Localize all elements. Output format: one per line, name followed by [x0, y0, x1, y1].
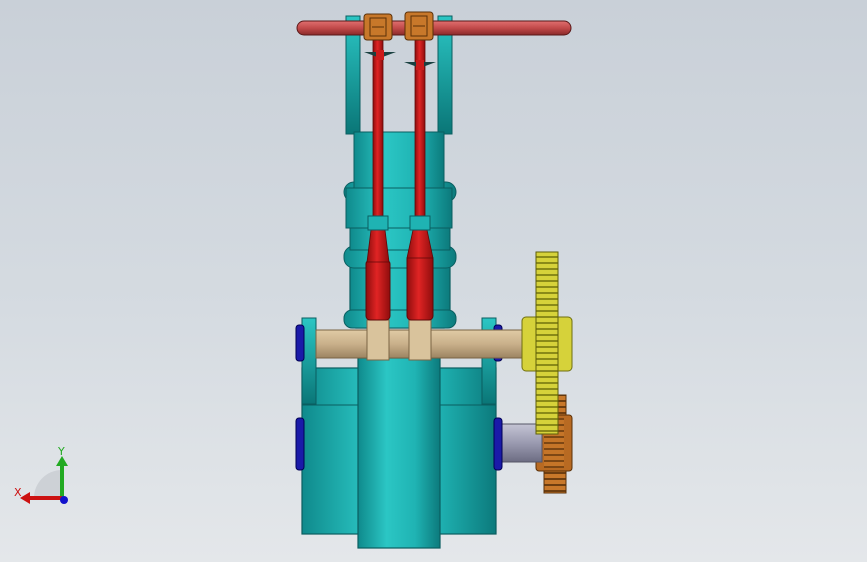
bearing-left-lower [295, 417, 305, 471]
x-axis-label: X [14, 486, 22, 499]
bearing-left-upper [295, 324, 305, 362]
cad-viewport[interactable] [0, 0, 867, 562]
valve-spring-left [364, 50, 396, 60]
top-clamp-left[interactable] [363, 13, 393, 41]
spur-gear-large[interactable] [535, 251, 559, 435]
z-axis-dot [60, 496, 68, 504]
y-axis-label: Y [57, 445, 65, 458]
valve-spring-right [404, 60, 436, 70]
top-cross-bar[interactable] [296, 20, 572, 36]
coordinate-triad: Y X [14, 445, 68, 504]
triad-plane [34, 470, 62, 498]
top-clamp-right[interactable] [404, 11, 434, 41]
bearing-right-lower [493, 417, 503, 471]
upper-frame[interactable] [345, 15, 453, 229]
output-shaft[interactable] [495, 423, 543, 463]
